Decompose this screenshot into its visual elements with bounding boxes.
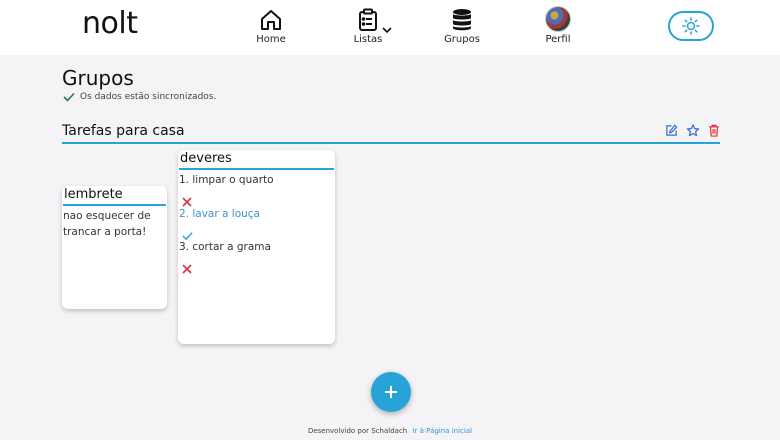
nav-grupos[interactable]: Grupos (442, 6, 482, 45)
group-header: Tarefas para casa (62, 122, 720, 144)
trash-icon[interactable] (708, 124, 720, 137)
task-item[interactable]: 2. lavar a louça (179, 208, 260, 220)
nav-listas-label: Listas (353, 34, 383, 45)
star-icon[interactable] (686, 124, 700, 137)
clipboard-list-icon (357, 6, 379, 32)
home-page-link[interactable]: Ir à Página inicial (412, 427, 472, 435)
plus-icon (383, 384, 399, 400)
card-title: deveres (179, 151, 334, 170)
nav-grupos-label: Grupos (444, 34, 480, 45)
top-navbar: nolt Home Listas Grupos Perfil (0, 0, 780, 55)
theme-toggle-button[interactable] (668, 11, 714, 41)
sun-icon (682, 17, 700, 35)
footer: Desenvolvido por Schaldach Ir à Página i… (0, 427, 780, 435)
nav-perfil[interactable]: Perfil (540, 6, 576, 45)
task-item[interactable]: 3. cortar a grama (179, 241, 271, 253)
task-item[interactable]: 1. limpar o quarto (179, 174, 274, 186)
check-icon (63, 92, 75, 102)
nav-perfil-label: Perfil (545, 34, 571, 45)
group-actions (665, 124, 720, 137)
add-button[interactable] (371, 372, 411, 412)
note-card-lembrete[interactable]: lembrete nao esquecer de trancar a porta… (62, 186, 167, 309)
sync-status: Os dados estão sincronizados. (63, 92, 216, 102)
footer-credit: Desenvolvido por Schaldach (307, 427, 408, 435)
note-text: nao esquecer de trancar a porta! (63, 210, 151, 238)
group-title: Tarefas para casa (62, 123, 185, 139)
nav-home-label: Home (256, 34, 286, 45)
nav-home[interactable]: Home (254, 6, 288, 45)
avatar (545, 6, 571, 32)
page-title: Grupos (62, 66, 134, 90)
list-card-deveres[interactable]: deveres 1. limpar o quarto 2. lavar a lo… (178, 150, 335, 344)
edit-icon[interactable] (665, 124, 678, 137)
app-logo[interactable]: nolt (82, 6, 138, 41)
sync-status-text: Os dados estão sincronizados. (80, 92, 217, 102)
card-title: lembrete (63, 187, 166, 206)
chevron-down-icon[interactable] (382, 19, 392, 38)
home-icon (259, 6, 283, 32)
database-icon (451, 6, 473, 32)
x-mark-icon[interactable] (182, 259, 192, 278)
